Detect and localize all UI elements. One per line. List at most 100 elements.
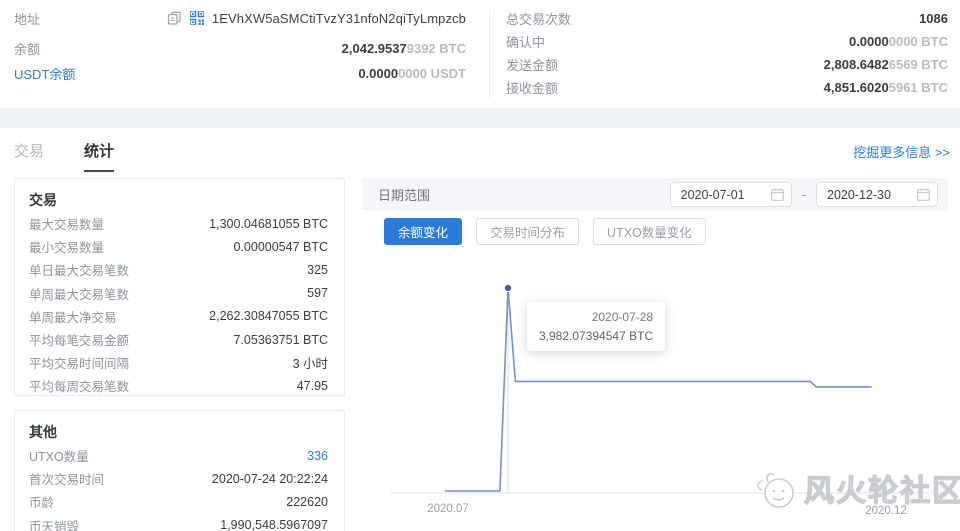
chart-type-tabs: 余额变化 交易时间分布 UTXO数量变化 (384, 218, 706, 245)
stat-row: UTXO数量 336 (29, 444, 328, 467)
stat-label: 平均交易时间间隔 (29, 353, 129, 372)
balance-value-sub: 9392 (407, 41, 436, 56)
balance-value: 2,042.9537 (342, 41, 407, 56)
chart-tooltip: 2020-07-28 3,982.07394547 BTC (527, 302, 665, 351)
chart-tab-tx-time-distribution[interactable]: 交易时间分布 (476, 218, 579, 245)
tooltip-value: 3,982.07394547 BTC (539, 329, 653, 343)
stat-row: 首次交易时间 2020-07-24 20:22:24 (29, 467, 328, 490)
peak-data-point[interactable] (504, 284, 511, 291)
stat-value: 597 (307, 286, 328, 300)
stat-row: 币天销毁 1,990,548.5967097 (29, 514, 328, 531)
stat-row: 币龄 222620 (29, 490, 328, 513)
stat-row: 最小交易数量0.00000547 BTC (29, 235, 328, 258)
other-stats-title: 其他 (29, 420, 328, 444)
first-tx-value: 2020-07-24 20:22:24 (212, 472, 328, 486)
coin-age-value: 222620 (286, 495, 328, 509)
tab-transactions[interactable]: 交易 (14, 140, 44, 172)
coin-days-destroyed-label: 币天销毁 (29, 516, 79, 531)
confirming-row: 确认中 0.00000000 BTC (506, 31, 948, 51)
usdt-balance-value: 0.0000 (358, 66, 398, 81)
sent-amount-unit: BTC (918, 57, 948, 72)
coin-age-label: 币龄 (29, 492, 54, 511)
usdt-balance-row: USDT余额 0.00000000 USDT (14, 63, 466, 83)
header-divider (489, 10, 490, 98)
sent-amount-value: 2,808.6482 (824, 57, 889, 72)
utxo-count-label: UTXO数量 (29, 446, 89, 465)
date-range-bar: 日期范围 2020-07-01 - 2020-12-30 (362, 178, 948, 211)
received-amount-sub: 5961 (889, 80, 918, 95)
received-amount-row: 接收金额 4,851.60205961 BTC (506, 77, 948, 97)
stat-label: 单日最大交易笔数 (29, 260, 129, 279)
end-date-value: 2020-12-30 (827, 188, 891, 202)
tab-statistics[interactable]: 统计 (84, 140, 114, 172)
stat-value: 325 (307, 263, 328, 277)
calendar-icon (917, 188, 930, 201)
x-tick-jul: 2020.07 (427, 503, 469, 515)
received-amount-label: 接收金额 (506, 78, 558, 97)
total-tx-label: 总交易次数 (506, 9, 571, 28)
stat-value: 47.95 (297, 379, 328, 393)
end-date-input[interactable]: 2020-12-30 (816, 182, 938, 207)
calendar-icon (771, 188, 784, 201)
stat-value: 1,300.04681055 BTC (209, 217, 328, 231)
utxo-count-link[interactable]: 336 (307, 449, 328, 463)
usdt-balance-sub: 0000 (398, 66, 427, 81)
transaction-stats-title: 交易 (29, 188, 328, 212)
chart-tab-utxo-change[interactable]: UTXO数量变化 (593, 218, 706, 245)
confirming-label: 确认中 (506, 32, 545, 51)
balance-row: 余额 2,042.95379392 BTC (14, 38, 466, 58)
stat-row: 平均每笔交易金额 7.05363751 BTC (29, 328, 328, 351)
stat-label: 平均每笔交易金额 (29, 330, 129, 349)
other-stats-card: 其他 UTXO数量 336 首次交易时间 2020-07-24 20:22:24 币… (14, 410, 345, 531)
usdt-balance-link[interactable]: USDT余额 (14, 64, 75, 83)
stat-value: 7.05363751 BTC (233, 333, 328, 347)
date-range-label: 日期范围 (378, 185, 430, 204)
address-label: 地址 (14, 9, 40, 28)
copy-icon[interactable] (167, 11, 182, 26)
qr-code-icon[interactable] (190, 11, 204, 25)
first-tx-label: 首次交易时间 (29, 469, 104, 488)
community-logo-icon (752, 462, 804, 514)
stat-row: 单周最大交易笔数 597 (29, 282, 328, 305)
balance-label: 余额 (14, 39, 40, 58)
stat-label: 平均每周交易笔数 (29, 376, 129, 395)
more-info-link[interactable]: 挖掘更多信息 >> (853, 142, 950, 161)
sent-amount-label: 发送金额 (506, 55, 558, 74)
address-summary-header: 地址 1EVhXW5aSMCtiTvzY31nfoN2qiTyLmpzcb 余额… (0, 0, 960, 108)
watermark: 风火轮社区 (752, 462, 960, 514)
stat-value: 0.00000547 BTC (233, 240, 328, 254)
main-panel: 交易 统计 挖掘更多信息 >> 交易 最大交易数量 1,300.04681055 … (0, 128, 960, 531)
usdt-balance-unit: USDT (427, 66, 466, 81)
stat-label: 单周最大交易笔数 (29, 284, 129, 303)
stat-value: 2,262.30847055 BTC (209, 309, 328, 323)
sent-amount-row: 发送金额 2,808.64826569 BTC (506, 54, 948, 74)
balance-unit: BTC (436, 41, 466, 56)
start-date-value: 2020-07-01 (681, 188, 745, 202)
chart-tab-balance-change[interactable]: 余额变化 (384, 218, 462, 245)
date-range-separator: - (802, 187, 806, 202)
received-amount-value: 4,851.6020 (824, 80, 889, 95)
stat-label: 单周最大净交易 (29, 307, 117, 326)
coin-days-destroyed-value: 1,990,548.5967097 (220, 518, 328, 531)
address-statistics-page: 地址 1EVhXW5aSMCtiTvzY31nfoN2qiTyLmpzcb 余额… (0, 0, 960, 531)
address-row: 地址 1EVhXW5aSMCtiTvzY31nfoN2qiTyLmpzcb (14, 8, 466, 28)
stat-row: 单日最大交易笔数 325 (29, 258, 328, 281)
received-amount-unit: BTC (918, 80, 948, 95)
stat-row: 平均每周交易笔数 47.95 (29, 374, 328, 397)
confirming-sub: 0000 (889, 34, 918, 49)
address-value: 1EVhXW5aSMCtiTvzY31nfoN2qiTyLmpzcb (212, 11, 466, 26)
stat-row: 单周最大净交易 2,262.30847055 BTC (29, 305, 328, 328)
stat-row: 最大交易数量 1,300.04681055 BTC (29, 212, 328, 235)
watermark-text: 风火轮社区 (804, 466, 960, 510)
confirming-unit: BTC (918, 34, 948, 49)
tooltip-date: 2020-07-28 (539, 310, 653, 324)
start-date-input[interactable]: 2020-07-01 (670, 182, 792, 207)
total-tx-value: 1086 (919, 11, 948, 26)
total-tx-row: 总交易次数 1086 (506, 8, 948, 28)
sent-amount-sub: 6569 (889, 57, 918, 72)
stat-value: 3 小时 (293, 353, 328, 372)
stat-row: 平均交易时间间隔 3 小时 (29, 351, 328, 374)
confirming-value: 0.0000 (849, 34, 889, 49)
stat-label: 最大交易数量 (29, 214, 104, 233)
transaction-stats-card: 交易 最大交易数量 1,300.04681055 BTC 最小交易数量0.0000… (14, 178, 345, 396)
